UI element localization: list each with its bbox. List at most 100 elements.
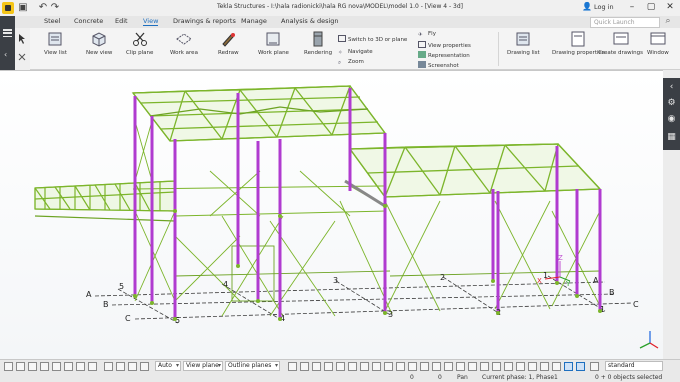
screenshot-button[interactable]: Screenshot [418,61,459,69]
select-arrow-icon[interactable] [15,28,30,70]
clip-plane-button[interactable]: Clip plane [126,30,153,57]
select-filter-icon[interactable] [540,362,549,371]
snap-mode-dropdown[interactable]: Auto [155,361,181,371]
connection-node[interactable] [496,311,500,315]
work-area-button[interactable]: Work area [170,30,198,57]
connection-node[interactable] [278,214,282,218]
close-icon[interactable]: ✕ [664,2,676,14]
snap-icon[interactable] [40,362,49,371]
connection-node[interactable] [173,209,177,213]
snap-icon[interactable] [76,362,85,371]
select-filter-icon[interactable] [324,362,333,371]
select-filter-icon[interactable] [300,362,309,371]
connection-node[interactable] [256,299,260,303]
zoom-button[interactable]: ⌕ Zoom [338,59,364,67]
tab-steel[interactable]: Steel [44,17,60,25]
select-filter-icon[interactable] [468,362,477,371]
select-filter-icon[interactable] [408,362,417,371]
select-filter-icon[interactable] [432,362,441,371]
connection-node[interactable] [491,279,495,283]
drawing-properties-button[interactable]: Drawing properties [552,30,605,57]
select-filter-icon[interactable] [564,362,573,371]
chevron-left-icon[interactable]: ‹ [4,50,7,59]
plane-mode-dropdown[interactable]: View plane [183,361,223,371]
select-filter-icon[interactable] [456,362,465,371]
select-filter-icon[interactable] [444,362,453,371]
tab-analysis-design[interactable]: Analysis & design [281,17,339,25]
connection-node[interactable] [150,301,154,305]
select-filter-icon[interactable] [360,362,369,371]
select-filter-icon[interactable] [590,362,599,371]
snap-icon[interactable] [16,362,25,371]
connection-node[interactable] [383,204,387,208]
representation-button[interactable]: Representation [418,51,470,59]
connection-node[interactable] [383,311,387,315]
connection-node[interactable] [133,294,137,298]
select-filter-icon[interactable] [576,362,585,371]
selection-setting-dropdown[interactable]: standard [605,361,663,371]
view-properties-button[interactable]: View properties [418,41,471,49]
snap-icon[interactable] [28,362,37,371]
catalog-icon[interactable]: ◉ [666,114,677,125]
tab-view[interactable]: View [143,17,159,26]
select-filter-icon[interactable] [528,362,537,371]
snap-icon[interactable] [140,362,149,371]
rendering-button[interactable]: Rendering [304,30,332,57]
view-list-button[interactable]: View list [44,30,67,57]
snap-icon[interactable] [88,362,97,371]
fly-button[interactable]: ✈ Fly [418,31,436,39]
model-view-3d[interactable]: A B C A B C 5 4 3 2 1 5 4 3 2 1 [0,70,663,360]
select-filter-icon[interactable] [348,362,357,371]
select-filter-icon[interactable] [336,362,345,371]
work-plane-button[interactable]: Work plane [258,30,289,57]
redraw-button[interactable]: Redraw [218,30,239,57]
snap-icon[interactable] [4,362,13,371]
connection-node[interactable] [598,309,602,313]
login-link[interactable]: Log in [594,3,614,11]
connection-node[interactable] [555,281,559,285]
connection-node[interactable] [278,317,282,321]
properties-icon[interactable]: ‹ [666,82,677,93]
navigate-button[interactable]: ✧ Navigate [338,49,373,57]
window-button[interactable]: Window [647,30,669,57]
snap-icon[interactable] [52,362,61,371]
settings-icon[interactable]: ⚙ [666,98,677,109]
user-icon[interactable]: 👤 [582,2,592,12]
maximize-icon[interactable]: ▢ [645,2,657,14]
select-filter-icon[interactable] [372,362,381,371]
applications-icon[interactable]: ▦ [666,132,677,143]
switch-3d-button[interactable]: Switch to 3D or plane [338,35,407,43]
select-filter-icon[interactable] [396,362,405,371]
select-filter-icon[interactable] [288,362,297,371]
drawing-list-button[interactable]: Drawing list [507,30,540,57]
select-filter-icon[interactable] [480,362,489,371]
snap-icon[interactable] [128,362,137,371]
navigate-label: Navigate [348,49,373,55]
snap-icon[interactable] [116,362,125,371]
search-icon[interactable]: ⌕ [662,16,674,28]
representation-label: Representation [428,53,470,59]
menu-icon[interactable] [3,29,12,38]
snap-icon[interactable] [64,362,73,371]
tab-edit[interactable]: Edit [115,17,128,25]
quick-launch-input[interactable]: Quick Launch [590,17,660,28]
select-filter-icon[interactable] [552,362,561,371]
select-filter-icon[interactable] [384,362,393,371]
minimize-icon[interactable]: – [626,2,638,14]
select-filter-icon[interactable] [492,362,501,371]
connection-node[interactable] [236,264,240,268]
select-filter-icon[interactable] [420,362,429,371]
select-filter-icon[interactable] [504,362,513,371]
connection-node[interactable] [173,317,177,321]
new-view-button[interactable]: New view [86,30,112,57]
tab-drawings-reports[interactable]: Drawings & reports [173,17,236,25]
connection-node[interactable] [575,294,579,298]
outline-mode-dropdown[interactable]: Outline planes [225,361,280,371]
snap-icon[interactable] [104,362,113,371]
brush-icon [222,33,236,47]
tab-concrete[interactable]: Concrete [74,17,103,25]
tab-manage[interactable]: Manage [241,17,267,25]
create-drawings-button[interactable]: Create drawings [598,30,643,57]
select-filter-icon[interactable] [516,362,525,371]
select-filter-icon[interactable] [312,362,321,371]
